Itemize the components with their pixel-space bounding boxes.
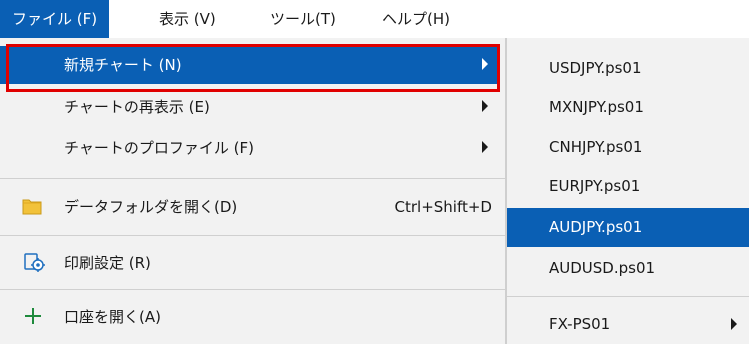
menu-item-label: 新規チャート (N) — [64, 56, 182, 74]
submenu-item-audusd[interactable]: AUDUSD.ps01 — [507, 250, 749, 286]
menu-item-label: データフォルダを開く(D) — [64, 198, 238, 216]
submenu-item-label: FX-PS01 — [549, 315, 611, 333]
menubar-help[interactable]: ヘルプ(H) — [370, 0, 462, 38]
menu-item-label: チャートのプロファイル (F) — [64, 139, 254, 157]
menu-item-chart-profile[interactable]: チャートのプロファイル (F) — [0, 129, 500, 167]
submenu-item-mxnjpy[interactable]: MXNJPY.ps01 — [507, 89, 749, 125]
submenu-arrow-icon — [731, 318, 737, 330]
file-menu: 新規チャート (N) チャートの再表示 (E) チャートのプロファイル (F) … — [0, 38, 506, 344]
menu-item-label: 印刷設定 (R) — [64, 254, 151, 272]
submenu-item-label: USDJPY.ps01 — [549, 59, 642, 77]
submenu-item-usdjpy[interactable]: USDJPY.ps01 — [507, 50, 749, 86]
submenu-item-label: EURJPY.ps01 — [549, 177, 641, 195]
submenu-item-label: CNHJPY.ps01 — [549, 138, 643, 156]
menu-item-open-data-folder[interactable]: データフォルダを開く(D) Ctrl+Shift+D — [0, 188, 500, 226]
submenu-item-fx-ps01[interactable]: FX-PS01 — [507, 306, 749, 342]
menubar-view[interactable]: 表示 (V) — [147, 0, 228, 38]
new-chart-submenu: USDJPY.ps01 MXNJPY.ps01 CNHJPY.ps01 EURJ… — [506, 38, 749, 344]
submenu-item-label: MXNJPY.ps01 — [549, 98, 644, 116]
menu-item-new-chart[interactable]: 新規チャート (N) — [0, 46, 500, 84]
menu-item-open-account[interactable]: 口座を開く(A) — [0, 298, 500, 336]
print-setup-icon — [24, 253, 45, 272]
menu-bar: ファイル (F) 表示 (V) ツール(T) ヘルプ(H) — [0, 0, 749, 39]
menu-separator — [0, 235, 505, 236]
submenu-item-label: AUDUSD.ps01 — [549, 259, 656, 277]
menu-separator — [0, 178, 505, 179]
menu-item-redisplay-chart[interactable]: チャートの再表示 (E) — [0, 88, 500, 126]
plus-icon — [25, 308, 41, 324]
folder-icon — [22, 199, 42, 215]
menubar-tools[interactable]: ツール(T) — [258, 0, 348, 38]
submenu-arrow-icon — [482, 141, 488, 153]
submenu-separator — [507, 296, 749, 297]
menubar-file[interactable]: ファイル (F) — [0, 0, 110, 38]
menu-separator — [0, 289, 505, 290]
menu-item-print-setup[interactable]: 印刷設定 (R) — [0, 244, 500, 282]
submenu-item-cnhjpy[interactable]: CNHJPY.ps01 — [507, 129, 749, 165]
submenu-item-audjpy[interactable]: AUDJPY.ps01 — [507, 208, 749, 247]
submenu-item-eurjpy[interactable]: EURJPY.ps01 — [507, 168, 749, 204]
submenu-item-label: AUDJPY.ps01 — [549, 218, 643, 236]
submenu-arrow-icon — [482, 100, 488, 112]
submenu-arrow-icon — [482, 58, 488, 70]
menu-item-label: チャートの再表示 (E) — [64, 98, 210, 116]
menu-item-label: 口座を開く(A) — [64, 308, 161, 326]
shortcut-label: Ctrl+Shift+D — [394, 198, 492, 216]
